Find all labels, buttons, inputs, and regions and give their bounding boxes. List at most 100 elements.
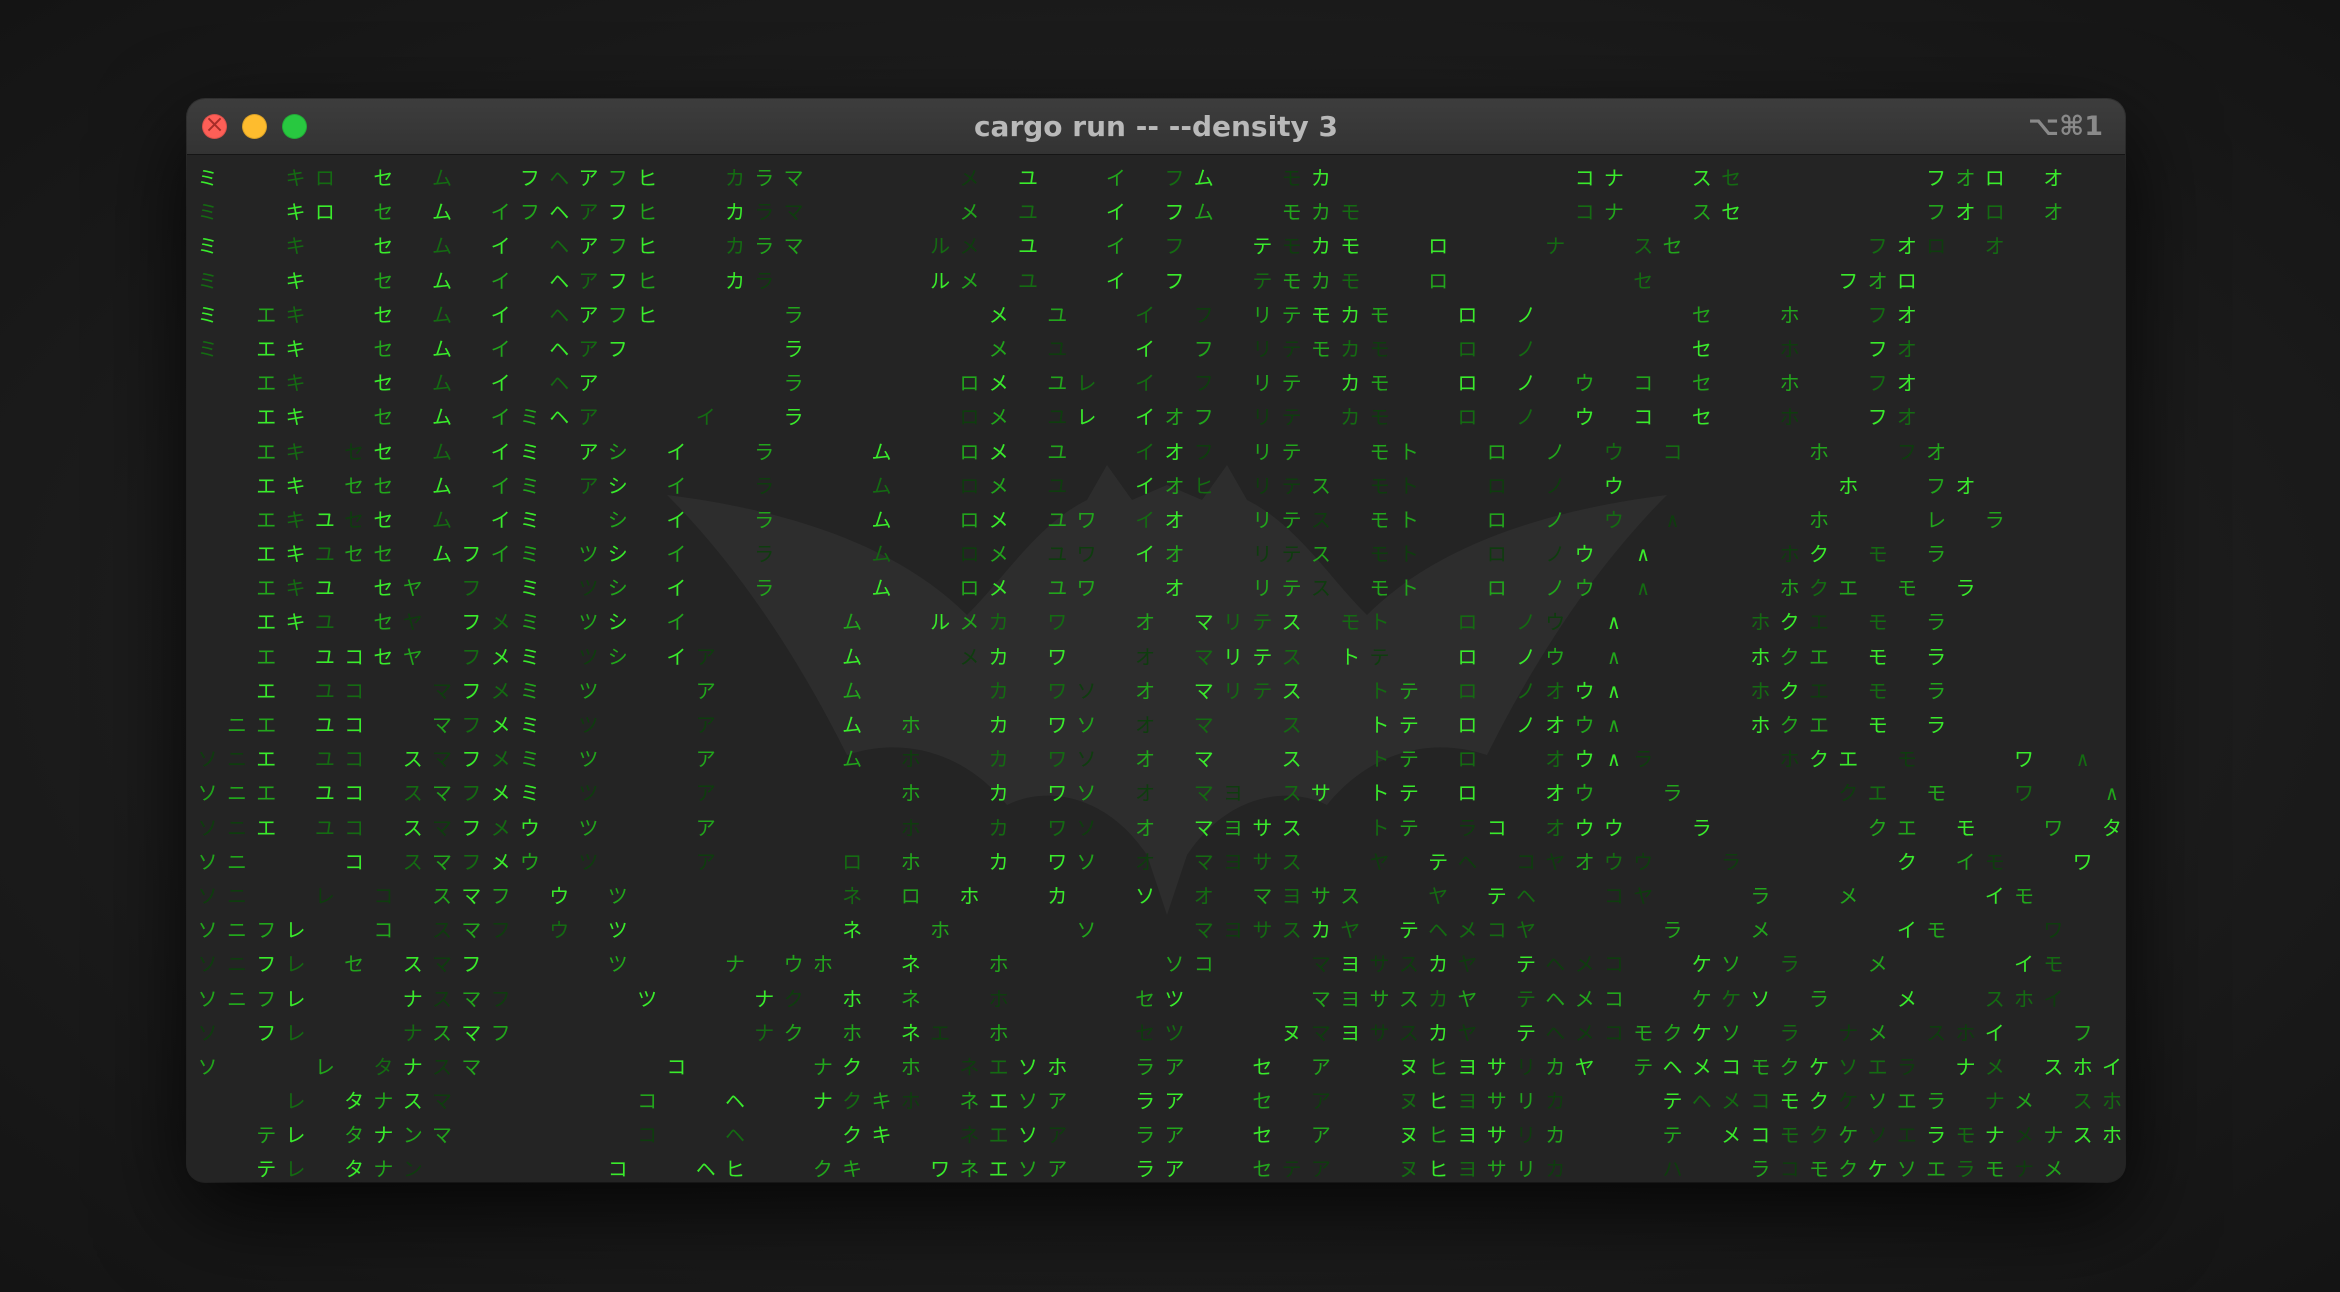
matrix-glyph [2039, 503, 2068, 537]
matrix-glyph: フ [256, 918, 277, 943]
matrix-glyph [515, 332, 544, 366]
matrix-glyph [1218, 708, 1247, 742]
matrix-glyph: イ [666, 473, 687, 498]
matrix-glyph: ス [1310, 542, 1331, 567]
matrix-glyph [1658, 571, 1687, 605]
matrix-glyph [867, 161, 896, 195]
matrix-glyph [339, 400, 368, 434]
matrix-glyph [1716, 469, 1745, 503]
matrix-glyph: リ [1252, 507, 1273, 532]
matrix-glyph: エ [1896, 1123, 1917, 1148]
matrix-glyph: コ [1750, 1089, 1771, 1114]
matrix-glyph [1892, 947, 1921, 981]
matrix-glyph [252, 264, 281, 298]
matrix-glyph: ソ [1076, 747, 1097, 772]
matrix-glyph: モ [1926, 918, 1947, 943]
matrix-glyph: ト [1369, 678, 1390, 703]
matrix-glyph: ヨ [1340, 1020, 1361, 1045]
matrix-glyph [339, 161, 368, 195]
title-bar[interactable]: cargo run -- --density 3 ⌥⌘1 [187, 99, 2125, 155]
matrix-glyph [1336, 1152, 1365, 1182]
matrix-glyph: ヤ [1545, 849, 1566, 874]
terminal-window[interactable]: cargo run -- --density 3 ⌥⌘1 ミ キロ セ ム フヘ… [187, 99, 2125, 1182]
matrix-glyph [515, 1016, 544, 1050]
matrix-glyph [1453, 469, 1482, 503]
matrix-glyph [867, 366, 896, 400]
matrix-glyph [1629, 811, 1658, 845]
matrix-glyph [222, 1050, 251, 1084]
matrix-glyph: ホ [1779, 371, 1800, 396]
matrix-glyph: セ [373, 336, 394, 361]
matrix-glyph [1336, 845, 1365, 879]
matrix-glyph: ス [2072, 1089, 2093, 1114]
matrix-glyph: フ [1867, 234, 1888, 259]
matrix-glyph: リ [1516, 1123, 1536, 1148]
matrix-glyph: ロ [1457, 336, 1478, 361]
matrix-glyph [632, 811, 661, 845]
matrix-glyph: ソ [1896, 1157, 1917, 1182]
matrix-glyph: コ [1193, 952, 1214, 977]
matrix-glyph [1892, 1016, 1921, 1050]
matrix-glyph: マ [461, 986, 482, 1011]
matrix-glyph [838, 264, 867, 298]
matrix-glyph [1775, 264, 1804, 298]
matrix-glyph: ヒ [1428, 1157, 1449, 1182]
matrix-glyph: ウ [1603, 507, 1624, 532]
matrix-glyph: オ [1193, 883, 1214, 908]
matrix-glyph: シ [607, 542, 628, 567]
matrix-glyph [925, 435, 954, 469]
matrix-glyph [1658, 879, 1687, 913]
matrix-glyph: ロ [1926, 234, 1947, 259]
terminal-content[interactable]: ミ キロ セ ム フヘアフヒ カラマ メ ユ イ フム モカ コナ スセ フオロ… [187, 155, 2125, 1182]
matrix-glyph: ミ [197, 268, 218, 293]
matrix-glyph [545, 605, 574, 639]
matrix-glyph [398, 537, 427, 571]
matrix-glyph: ア [1047, 1089, 1068, 1114]
matrix-glyph: ヨ [1340, 952, 1361, 977]
matrix-glyph: タ [2101, 815, 2122, 840]
matrix-glyph [1248, 947, 1277, 981]
matrix-glyph: ラ [1955, 1157, 1976, 1182]
matrix-glyph [515, 298, 544, 332]
matrix-glyph [1101, 708, 1130, 742]
matrix-glyph [310, 947, 339, 981]
matrix-glyph: マ [783, 234, 804, 259]
matrix-glyph [2097, 161, 2125, 195]
matrix-glyph [925, 400, 954, 434]
matrix-glyph [2068, 400, 2097, 434]
matrix-glyph: キ [285, 234, 306, 259]
matrix-glyph: ヌ [1281, 1020, 1302, 1045]
matrix-glyph [1863, 195, 1892, 229]
matrix-glyph [691, 503, 720, 537]
matrix-glyph: ミ [197, 234, 218, 259]
matrix-glyph [1922, 1050, 1951, 1084]
matrix-glyph [545, 1084, 574, 1118]
matrix-glyph: エ [1838, 747, 1859, 772]
matrix-glyph: モ [1779, 1123, 1800, 1148]
matrix-glyph [603, 1016, 632, 1050]
matrix-glyph: ナ [373, 1157, 394, 1182]
matrix-glyph: ム [432, 200, 453, 225]
matrix-glyph [896, 913, 925, 947]
matrix-glyph: マ [1193, 849, 1214, 874]
matrix-glyph: イ [490, 542, 511, 567]
window-shortcut-label: ⌥⌘1 [2028, 111, 2103, 142]
matrix-glyph [222, 537, 251, 571]
matrix-glyph [1453, 571, 1482, 605]
matrix-glyph [750, 674, 779, 708]
matrix-glyph: ク [842, 1123, 863, 1148]
matrix-glyph [2039, 845, 2068, 879]
matrix-glyph [691, 298, 720, 332]
matrix-glyph [1775, 913, 1804, 947]
matrix-glyph [867, 742, 896, 776]
matrix-glyph: サ [1486, 1157, 1507, 1182]
matrix-glyph [1160, 811, 1189, 845]
matrix-glyph: テ [1252, 234, 1273, 259]
matrix-glyph: マ [1252, 883, 1273, 908]
matrix-glyph [2097, 264, 2125, 298]
matrix-glyph: メ [988, 473, 1009, 498]
matrix-glyph: ア [1164, 1157, 1185, 1182]
matrix-glyph [1423, 605, 1452, 639]
matrix-glyph: テ [1252, 610, 1273, 635]
matrix-glyph: メ [959, 200, 980, 225]
